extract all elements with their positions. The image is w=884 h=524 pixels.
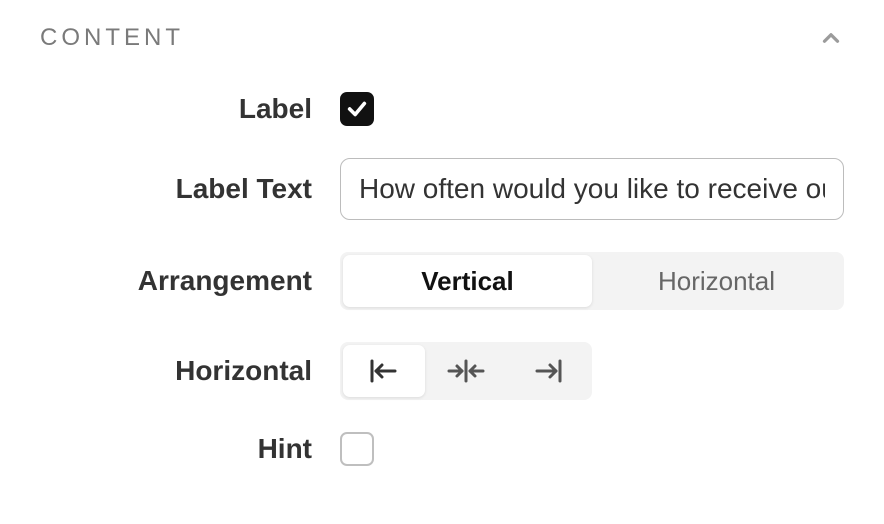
hint-label: Hint bbox=[40, 433, 340, 465]
content-section: CONTENT Label Label Text Arrangement Ver… bbox=[0, 0, 884, 490]
arrangement-option-vertical[interactable]: Vertical bbox=[343, 255, 592, 307]
section-header[interactable]: CONTENT bbox=[40, 24, 844, 52]
horizontal-label: Horizontal bbox=[40, 355, 340, 387]
align-left-icon bbox=[365, 357, 403, 385]
label-checkbox[interactable] bbox=[340, 92, 374, 126]
row-horizontal: Horizontal bbox=[40, 342, 844, 400]
align-right-button[interactable] bbox=[507, 345, 589, 397]
horizontal-align-group bbox=[340, 342, 592, 400]
chevron-up-icon bbox=[818, 25, 844, 51]
row-arrangement: Arrangement Vertical Horizontal bbox=[40, 252, 844, 310]
align-left-button[interactable] bbox=[343, 345, 425, 397]
section-title: CONTENT bbox=[40, 24, 184, 52]
label-text-label: Label Text bbox=[40, 173, 340, 205]
arrangement-label: Arrangement bbox=[40, 265, 340, 297]
row-label: Label bbox=[40, 92, 844, 126]
label-text-input[interactable] bbox=[340, 158, 844, 220]
arrangement-segmented: Vertical Horizontal bbox=[340, 252, 844, 310]
row-hint: Hint bbox=[40, 432, 844, 466]
hint-checkbox[interactable] bbox=[340, 432, 374, 466]
align-center-icon bbox=[445, 357, 487, 385]
align-right-icon bbox=[529, 357, 567, 385]
align-center-button[interactable] bbox=[425, 345, 507, 397]
row-label-text: Label Text bbox=[40, 158, 844, 220]
arrangement-option-horizontal[interactable]: Horizontal bbox=[592, 255, 841, 307]
label-label: Label bbox=[40, 93, 340, 125]
